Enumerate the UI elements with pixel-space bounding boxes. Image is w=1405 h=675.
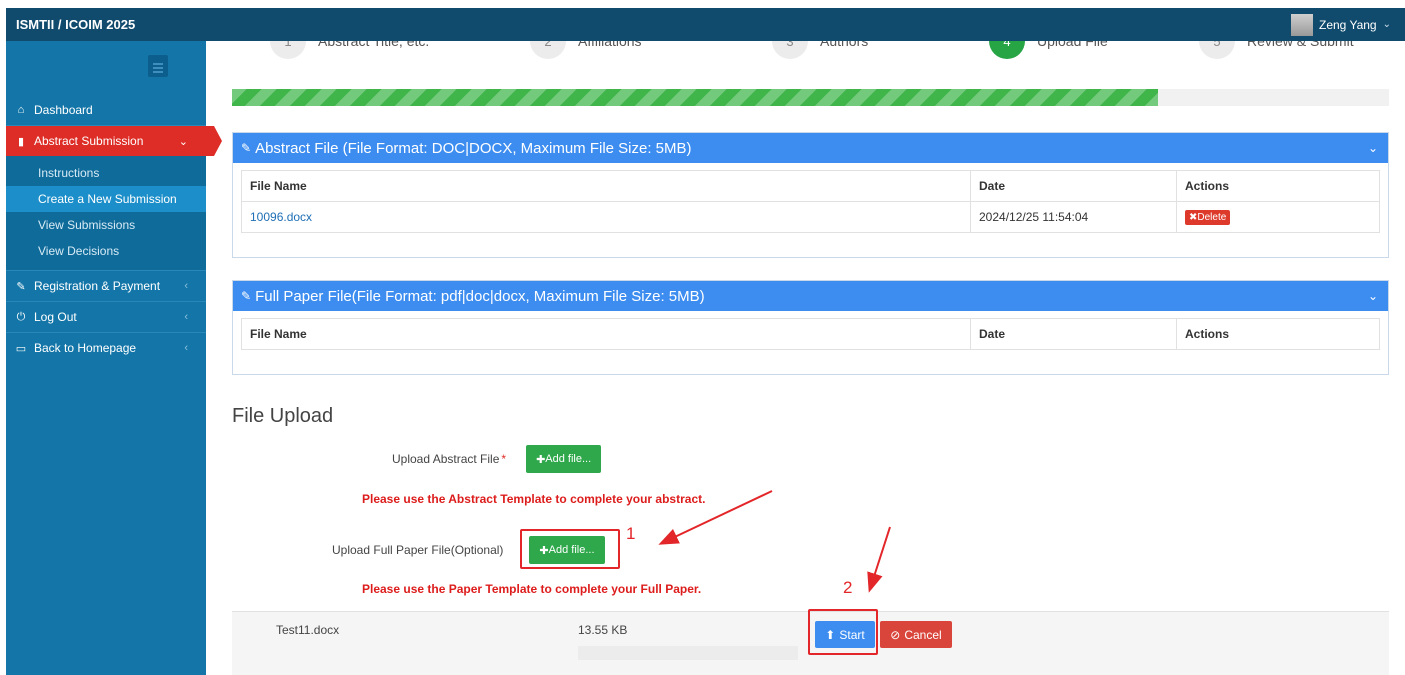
submenu-view-submissions[interactable]: View Submissions xyxy=(6,212,206,238)
submenu-instructions[interactable]: Instructions xyxy=(6,160,206,186)
step-number: 1 xyxy=(270,41,306,59)
column-header: Actions xyxy=(1176,318,1380,350)
queued-file-name: Test11.docx xyxy=(276,623,340,637)
annotation-number-1: 1 xyxy=(626,524,636,543)
column-header: File Name xyxy=(241,170,971,202)
document-icon: ▮ xyxy=(17,135,25,148)
submenu-create-new-submission[interactable]: Create a New Submission xyxy=(6,186,206,212)
sidebar-item-back-to-homepage[interactable]: ▭ Back to Homepage ‹ xyxy=(6,333,206,363)
step-label: Authors xyxy=(820,41,869,49)
chevron-down-icon: ⌄ xyxy=(178,135,188,148)
sidebar-item-registration-payment[interactable]: ✎ Registration & Payment ‹ xyxy=(6,271,206,301)
sidebar-item-label: Registration & Payment xyxy=(34,279,161,293)
submenu-view-decisions[interactable]: View Decisions xyxy=(6,238,206,264)
chevron-left-icon: ‹ xyxy=(184,311,188,323)
step-number: 5 xyxy=(1199,41,1235,59)
annotation-number-2: 2 xyxy=(843,578,853,597)
edit-icon: ✎ xyxy=(241,289,252,303)
sidebar: ⌂ Dashboard ▮ Abstract Submission ⌄ Inst… xyxy=(6,41,222,675)
edit-icon: ✎ xyxy=(241,141,252,155)
abstract-file-panel: ✎ Abstract File (File Format: DOC|DOCX, … xyxy=(232,132,1389,258)
file-date: 2024/12/25 11:54:04 xyxy=(970,201,1177,233)
power-icon: ⏻ xyxy=(16,310,26,323)
sidebar-item-dashboard[interactable]: ⌂ Dashboard xyxy=(6,95,206,125)
sidebar-item-label: Back to Homepage xyxy=(34,341,137,355)
section-title: File Upload xyxy=(232,405,334,427)
file-link[interactable]: 10096.docx xyxy=(241,201,971,233)
sidebar-item-label: Dashboard xyxy=(34,103,93,117)
upload-progress-bar xyxy=(578,646,798,660)
column-header: File Name xyxy=(241,318,971,350)
abstract-submenu: Instructions Create a New Submission Vie… xyxy=(6,156,206,270)
step-number: 4 xyxy=(989,41,1025,59)
add-abstract-file-button[interactable]: ✚ Add file... xyxy=(526,445,602,473)
menu-toggle-icon[interactable] xyxy=(148,55,168,77)
full-paper-file-table: File Name Date Actions xyxy=(241,318,1380,350)
paper-template-warning: Please use the Paper Template to complet… xyxy=(362,582,702,596)
app-title: ISMTII / ICOIM 2025 xyxy=(16,17,136,32)
step-5[interactable]: 5 Review & Submit xyxy=(1199,41,1354,59)
top-bar: ISMTII / ICOIM 2025 Zeng Yang ⌄ xyxy=(6,8,1405,41)
panel-title: Abstract File (File Format: DOC|DOCX, Ma… xyxy=(255,139,692,157)
panel-header[interactable]: ✎ Full Paper File(File Format: pdf|doc|d… xyxy=(233,281,1388,311)
monitor-icon: ▭ xyxy=(15,342,27,355)
upload-paper-label: Upload Full Paper File(Optional) xyxy=(332,543,504,557)
full-paper-file-panel: ✎ Full Paper File(File Format: pdf|doc|d… xyxy=(232,280,1389,375)
chevron-down-icon: ⌄ xyxy=(1382,19,1391,30)
sidebar-item-log-out[interactable]: ⏻ Log Out ‹ xyxy=(6,302,206,332)
home-icon: ⌂ xyxy=(17,104,25,116)
step-number: 2 xyxy=(530,41,566,59)
abstract-template-warning: Please use the Abstract Template to comp… xyxy=(362,492,706,506)
wizard-steps: 1 Abstract Title, etc. 2 Affiliations 3 … xyxy=(206,41,1405,81)
panel-title: Full Paper File(File Format: pdf|doc|doc… xyxy=(255,287,705,305)
sidebar-item-label: Log Out xyxy=(34,310,77,324)
abstract-file-table: File Name Date Actions 10096.docx 2024/1… xyxy=(241,170,1380,233)
step-label: Review & Submit xyxy=(1247,41,1354,49)
table-row: 10096.docx 2024/12/25 11:54:04 ✖Delete xyxy=(241,201,1380,233)
delete-button[interactable]: ✖Delete xyxy=(1185,210,1231,225)
column-header: Actions xyxy=(1176,170,1380,202)
step-3[interactable]: 3 Authors xyxy=(772,41,868,59)
progress-bar xyxy=(232,89,1389,106)
step-label: Upload File xyxy=(1037,41,1108,49)
upload-abstract-label: Upload Abstract File * xyxy=(392,452,507,466)
chevron-down-icon[interactable]: ⌄ xyxy=(1368,289,1378,303)
avatar xyxy=(1291,13,1313,36)
user-name: Zeng Yang xyxy=(1319,17,1377,32)
column-header: Date xyxy=(970,318,1177,350)
sidebar-item-label: Abstract Submission xyxy=(34,134,144,148)
progress-fill xyxy=(232,89,1158,106)
plus-icon: ✚ xyxy=(536,453,546,466)
chevron-left-icon: ‹ xyxy=(184,280,188,292)
column-header: Date xyxy=(970,170,1177,202)
step-label: Affiliations xyxy=(578,41,642,49)
edit-icon: ✎ xyxy=(16,280,26,293)
annotation-box-1 xyxy=(520,529,620,569)
panel-header[interactable]: ✎ Abstract File (File Format: DOC|DOCX, … xyxy=(233,133,1388,163)
step-label: Abstract Title, etc. xyxy=(318,41,430,49)
ban-icon: ⊘ xyxy=(890,627,901,642)
abstract-upload-row: Upload Abstract File * ✚ Add file... xyxy=(392,445,602,473)
cancel-upload-button[interactable]: ⊘ Cancel xyxy=(880,621,952,648)
user-menu[interactable]: Zeng Yang ⌄ xyxy=(1291,13,1405,36)
queued-file-size: 13.55 KB xyxy=(578,623,628,637)
step-1[interactable]: 1 Abstract Title, etc. xyxy=(270,41,429,59)
annotation-box-2 xyxy=(808,609,878,655)
chevron-left-icon: ‹ xyxy=(184,342,188,354)
chevron-down-icon[interactable]: ⌄ xyxy=(1368,141,1378,155)
step-number: 3 xyxy=(772,41,808,59)
step-2[interactable]: 2 Affiliations xyxy=(530,41,642,59)
step-4[interactable]: 4 Upload File xyxy=(989,41,1108,59)
sidebar-item-abstract-submission[interactable]: ▮ Abstract Submission ⌄ xyxy=(6,126,222,156)
arrow-2 xyxy=(867,526,891,593)
main-content: 1 Abstract Title, etc. 2 Affiliations 3 … xyxy=(206,41,1405,675)
